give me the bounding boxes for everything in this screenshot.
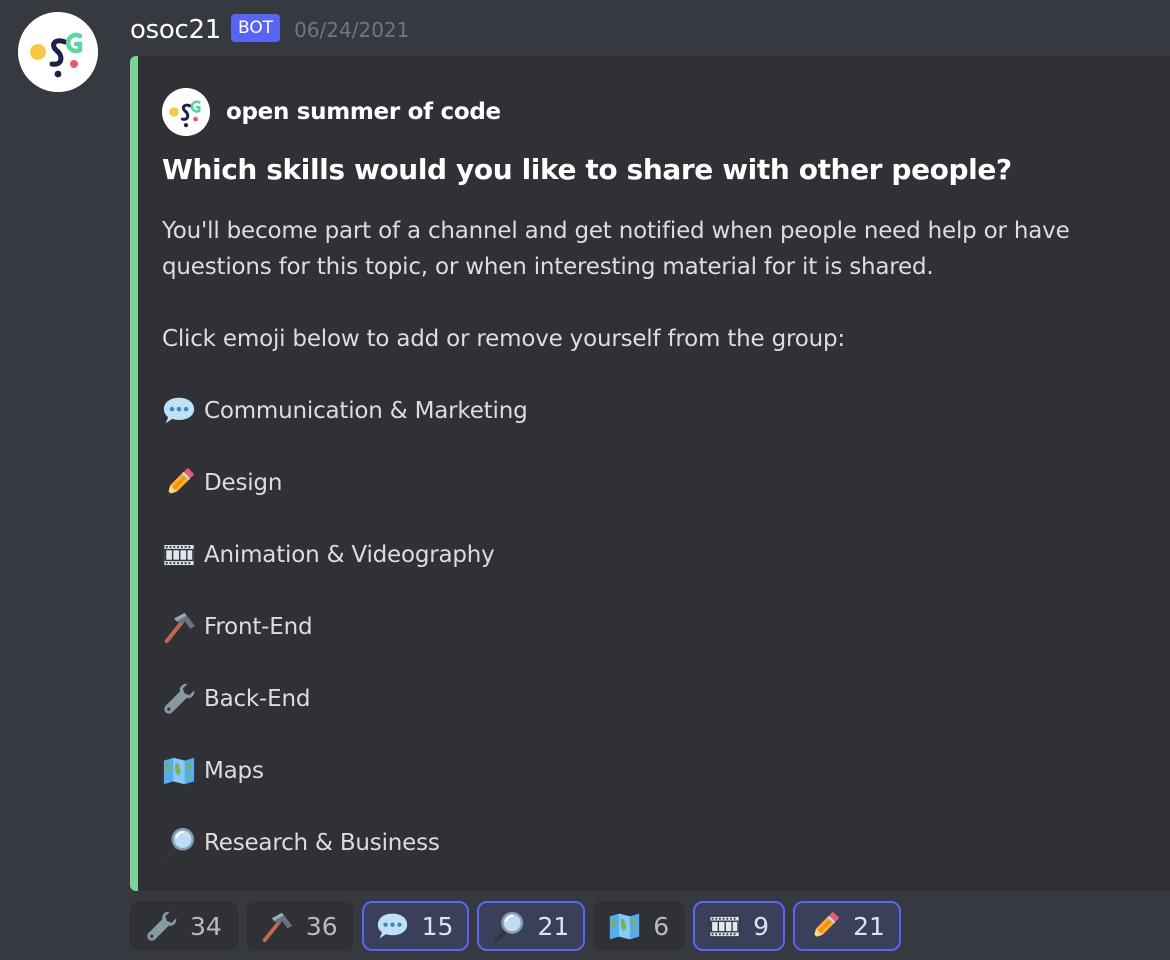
message-embed: open summer of code Which skills would y… xyxy=(130,56,1170,891)
reaction-count: 6 xyxy=(653,911,670,941)
author-name: open summer of code xyxy=(226,99,501,125)
reaction-button[interactable]: 6 xyxy=(593,901,686,951)
world-map-icon xyxy=(607,909,641,943)
reaction-count: 36 xyxy=(305,911,338,941)
reaction-count: 34 xyxy=(190,911,222,941)
film-frames-icon xyxy=(707,909,741,943)
reaction-button[interactable]: 15 xyxy=(361,901,470,951)
reaction-count: 21 xyxy=(537,911,570,941)
reaction-count: 9 xyxy=(753,911,770,941)
skill-item: Research & Business xyxy=(162,825,1142,861)
skill-item: Animation & Videography xyxy=(162,537,1142,573)
reaction-bar: 34 36 15 21 6 9 21 xyxy=(130,900,909,952)
speech-balloon-icon xyxy=(376,909,410,943)
skill-item: Design xyxy=(162,465,1142,501)
pencil-icon xyxy=(162,465,200,501)
chat-message: osoc21 BOT 06/24/2021 open summer of cod… xyxy=(0,0,1170,960)
hammer-icon xyxy=(260,909,294,943)
skill-label: Communication & Marketing xyxy=(204,398,528,424)
wrench-icon xyxy=(162,681,200,717)
skill-item: Maps xyxy=(162,753,1142,789)
author-icon xyxy=(162,88,210,136)
reaction-button[interactable]: 9 xyxy=(693,901,786,951)
skill-item: Front-End xyxy=(162,609,1142,645)
skill-item: Back-End xyxy=(162,681,1142,717)
embed-title: Which skills would you like to share wit… xyxy=(162,153,1012,186)
magnifying-glass-icon xyxy=(162,825,200,861)
reaction-button[interactable]: 34 xyxy=(130,901,238,951)
reaction-count: 21 xyxy=(853,911,885,941)
description-text: You'll become part of a channel and get … xyxy=(162,218,1070,280)
film-frames-icon xyxy=(162,537,200,573)
skill-list: Communication & Marketing Design Animation… xyxy=(162,357,1142,861)
wrench-icon xyxy=(144,909,178,943)
embed-description: You'll become part of a channel and get … xyxy=(162,213,1142,861)
skill-label: Front-End xyxy=(204,614,313,640)
timestamp[interactable]: 06/24/2021 xyxy=(294,18,409,42)
pencil-icon xyxy=(807,909,841,943)
reaction-button[interactable]: 36 xyxy=(245,901,354,951)
bot-badge: BOT xyxy=(230,14,281,42)
reaction-button[interactable]: 21 xyxy=(477,901,586,951)
embed-author: open summer of code xyxy=(162,88,501,136)
skill-label: Maps xyxy=(204,758,264,784)
skill-label: Animation & Videography xyxy=(204,542,495,568)
reaction-button[interactable]: 21 xyxy=(793,901,901,951)
skill-label: Research & Business xyxy=(204,830,440,856)
message-header: osoc21 BOT 06/24/2021 xyxy=(130,10,409,50)
world-map-icon xyxy=(162,753,200,789)
instruction-text: Click emoji below to add or remove yours… xyxy=(162,326,845,352)
reaction-count: 15 xyxy=(421,911,454,941)
hammer-icon xyxy=(162,609,200,645)
skill-label: Back-End xyxy=(204,686,311,712)
skill-item: Communication & Marketing xyxy=(162,393,1142,429)
username[interactable]: osoc21 xyxy=(130,15,221,45)
speech-balloon-icon xyxy=(162,393,200,429)
magnifying-glass-icon xyxy=(491,909,525,943)
skill-label: Design xyxy=(204,470,283,496)
bot-avatar[interactable] xyxy=(18,12,98,92)
